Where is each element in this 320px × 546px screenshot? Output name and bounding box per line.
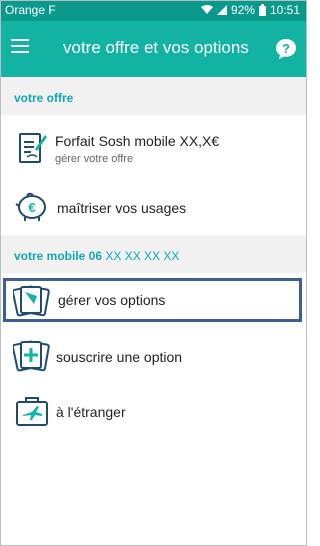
mobile-number: XX XX XX XX xyxy=(105,249,180,263)
section-title-mobile-prefix: votre mobile 06 xyxy=(14,249,103,263)
travel-plane-icon xyxy=(16,397,48,426)
svg-text:€: € xyxy=(28,200,35,215)
selection-highlight xyxy=(3,278,302,322)
list-item-forfait[interactable]: Forfait Sosh mobile XX,X€ gérer votre of… xyxy=(1,115,306,179)
document-edit-icon xyxy=(19,133,47,163)
menu-icon[interactable] xyxy=(11,39,29,53)
piggy-bank-icon: € xyxy=(15,192,46,221)
wifi-icon xyxy=(200,5,213,14)
souscrire-label: souscrire une option xyxy=(56,349,183,365)
clock: 10:51 xyxy=(269,3,300,17)
list-item-usages[interactable]: € maîtriser vos usages xyxy=(1,179,306,235)
svg-text:?: ? xyxy=(282,41,290,56)
section-header-offer: votre offre xyxy=(1,77,306,115)
section-title-offer: votre offre xyxy=(14,91,74,105)
forfait-label: Forfait Sosh mobile XX,X€ xyxy=(55,133,220,149)
etranger-label: à l'étranger xyxy=(56,404,126,420)
section-header-mobile: votre mobile 06 XX XX XX XX xyxy=(1,235,306,273)
status-bar: Orange F 92% 10:51 xyxy=(1,1,306,21)
add-option-cards-icon xyxy=(13,340,50,372)
page-title: votre offre et vos options xyxy=(63,38,249,57)
battery-icon xyxy=(258,4,266,16)
usages-label: maîtriser vos usages xyxy=(57,200,187,216)
status-indicators: 92% 10:51 xyxy=(200,3,300,17)
carrier-name: Orange F xyxy=(5,3,56,17)
battery-percent: 92% xyxy=(230,3,255,17)
app-bar: votre offre et vos options ? xyxy=(1,21,306,77)
forfait-sublabel: gérer votre offre xyxy=(55,153,134,165)
signal-icon xyxy=(216,5,227,15)
help-icon[interactable]: ? xyxy=(274,37,298,61)
list-item-souscrire[interactable]: souscrire une option xyxy=(1,331,306,385)
section-title-mobile: votre mobile 06 XX XX XX XX xyxy=(14,249,179,263)
app-frame: Orange F 92% 10:51 votre offre et vos op… xyxy=(0,0,307,546)
list-item-etranger[interactable]: à l'étranger xyxy=(1,387,306,437)
